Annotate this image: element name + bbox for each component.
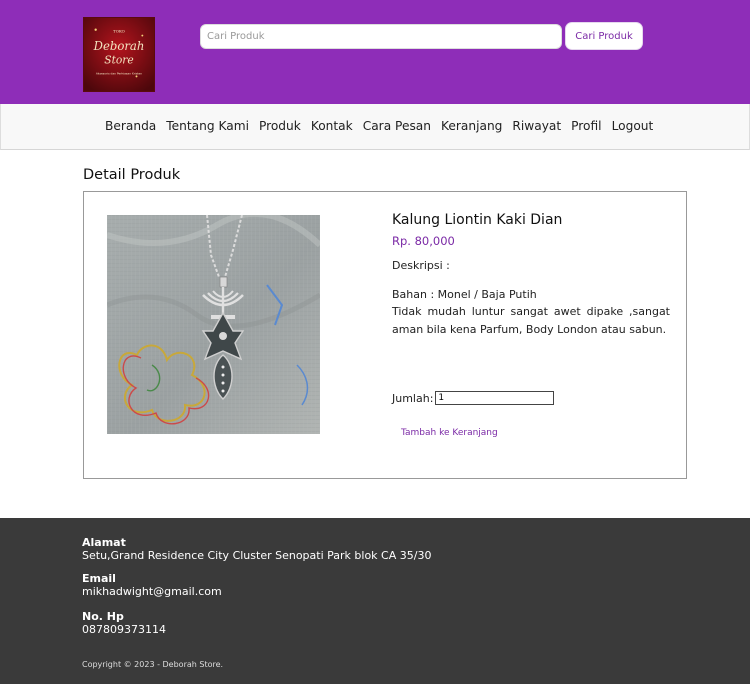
product-description: Tidak mudah luntur sangat awet dipake ,s… <box>392 305 670 336</box>
nav-item-produk[interactable]: Produk <box>259 119 301 133</box>
nav-item-cara-pesan[interactable]: Cara Pesan <box>363 119 431 133</box>
phone-label: No. Hp <box>82 610 124 623</box>
add-to-cart-button[interactable]: Tambah ke Keranjang <box>401 428 498 438</box>
main-navbar: Beranda Tentang Kami Produk Kontak Cara … <box>0 104 750 150</box>
search-input[interactable] <box>200 24 562 49</box>
logo-title-line2: Store <box>104 54 134 67</box>
product-info: Kalung Liontin Kaki Dian Rp. 80,000 Desk… <box>392 212 670 339</box>
nav-item-kontak[interactable]: Kontak <box>311 119 353 133</box>
quantity-input[interactable] <box>435 391 555 405</box>
quantity-label: Jumlah: <box>392 391 434 405</box>
site-header: TOKO Deborah Store Aksesoris dan Perhias… <box>0 0 750 104</box>
nav-list: Beranda Tentang Kami Produk Kontak Cara … <box>105 119 653 133</box>
nav-item-beranda[interactable]: Beranda <box>105 119 156 133</box>
product-photo <box>107 215 320 434</box>
email-label: Email <box>82 572 116 585</box>
quantity-row: Jumlah: <box>392 391 555 405</box>
product-image <box>107 215 320 434</box>
footer-phone: No. Hp 087809373114 <box>82 610 166 636</box>
nav-item-riwayat[interactable]: Riwayat <box>512 119 561 133</box>
logo-title-line1: Deborah <box>93 39 145 53</box>
product-price: Rp. 80,000 <box>392 234 455 248</box>
logo-top-text: TOKO <box>113 29 125 34</box>
footer-address: Alamat Setu,Grand Residence City Cluster… <box>82 536 431 562</box>
nav-item-profil[interactable]: Profil <box>571 119 601 133</box>
address-value: Setu,Grand Residence City Cluster Senopa… <box>82 549 432 562</box>
description-label: Deskripsi : <box>392 259 450 272</box>
address-label: Alamat <box>82 536 126 549</box>
store-logo[interactable]: TOKO Deborah Store Aksesoris dan Perhias… <box>83 17 155 92</box>
product-material: Bahan : Monel / Baja Putih <box>392 288 537 301</box>
footer-email: Email mikhadwight@gmail.com <box>82 572 222 598</box>
logo-tagline: Aksesoris dan Perhiasan Kristen <box>96 71 143 75</box>
product-name: Kalung Liontin Kaki Dian <box>392 212 563 228</box>
search-button[interactable]: Cari Produk <box>565 22 643 50</box>
copyright-text: Copyright © 2023 - Deborah Store. <box>82 660 224 669</box>
email-value: mikhadwight@gmail.com <box>82 585 222 598</box>
store-logo-image: TOKO Deborah Store Aksesoris dan Perhias… <box>84 18 154 91</box>
nav-item-logout[interactable]: Logout <box>612 119 654 133</box>
page-title: Detail Produk <box>83 167 181 183</box>
site-footer: Alamat Setu,Grand Residence City Cluster… <box>0 518 750 684</box>
product-detail-card: Kalung Liontin Kaki Dian Rp. 80,000 Desk… <box>83 191 687 479</box>
phone-value: 087809373114 <box>82 623 166 636</box>
nav-item-tentang-kami[interactable]: Tentang Kami <box>166 119 249 133</box>
nav-item-keranjang[interactable]: Keranjang <box>441 119 502 133</box>
